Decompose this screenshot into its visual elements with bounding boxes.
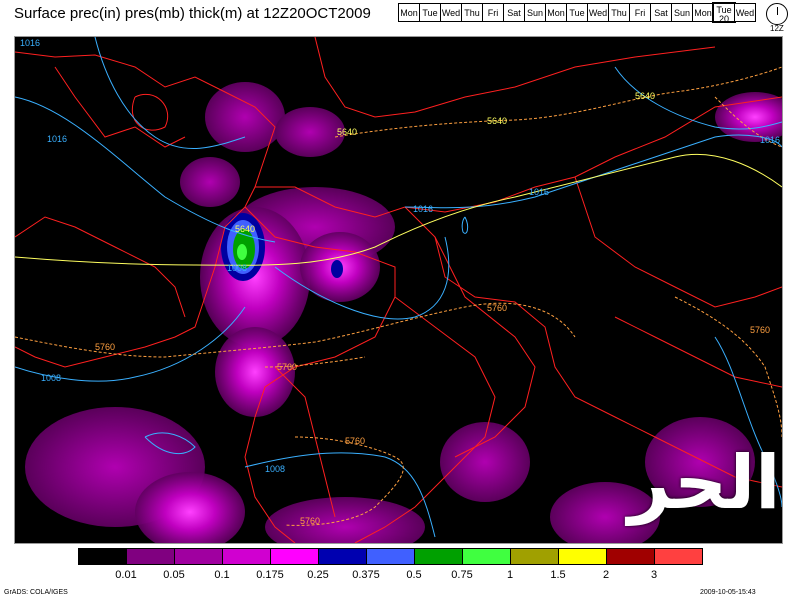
clock-time-label: 12Z	[770, 24, 784, 33]
watermark-logo: الحر	[628, 440, 781, 526]
day-cell-6[interactable]: Sun	[524, 3, 546, 22]
label-1016-west: 1016	[47, 134, 67, 144]
legend-swatch-5	[318, 548, 367, 565]
clock-icon	[766, 3, 788, 25]
legend-value-9: 1.5	[550, 569, 566, 581]
legend-swatch-11	[606, 548, 655, 565]
label-5640-north: 5640	[337, 127, 357, 137]
label-5760-east: 5760	[487, 303, 507, 313]
label-1016-center: 1016	[413, 204, 433, 214]
day-cell-11[interactable]: Fri	[629, 3, 651, 22]
label-1008-center: 1008	[227, 263, 247, 273]
legend-swatch-2	[174, 548, 223, 565]
legend-swatch-6	[366, 548, 415, 565]
label-1016-nw: 1016	[20, 38, 40, 48]
day-label: Thu	[464, 8, 480, 18]
legend-value-6: 0.5	[406, 569, 422, 581]
day-cell-0[interactable]: Mon	[398, 3, 420, 22]
day-label: Sun	[673, 8, 690, 18]
day-cell-8[interactable]: Tue	[566, 3, 588, 22]
label-5760-south: 5760	[345, 436, 365, 446]
label-5640-far-ne: 5640	[635, 91, 655, 101]
day-cell-10[interactable]: Thu	[608, 3, 630, 22]
day-label: Mon	[547, 8, 565, 18]
day-label: Wed	[441, 8, 461, 18]
label-5760-west: 5760	[95, 342, 115, 352]
day-label: Sun	[526, 8, 543, 18]
day-label: Sat	[507, 8, 521, 18]
day-label: Wed	[588, 8, 608, 18]
day-number: 20	[718, 14, 729, 24]
day-label: Wed	[735, 8, 755, 18]
day-label: Sat	[654, 8, 668, 18]
day-label: Fri	[634, 8, 646, 18]
day-label: Tue	[422, 8, 438, 18]
label-1008-west: 1008	[41, 373, 61, 383]
legend-value-2: 0.1	[214, 569, 230, 581]
day-selector-bar: Mon Tue Wed Thu Fri Sat Sun Mon Tue Wed Thu Fri Sat S…	[398, 2, 756, 24]
legend-swatch-7	[414, 548, 463, 565]
legend-value-7: 0.75	[451, 569, 473, 581]
legend-swatch-3	[222, 548, 271, 565]
day-cell-16[interactable]: Wed	[734, 3, 756, 22]
day-cell-4[interactable]: Fri	[482, 3, 504, 22]
day-label: Tue	[569, 8, 585, 18]
legend-value-10: 2	[602, 569, 610, 581]
legend-swatch-10	[558, 548, 607, 565]
label-5640-ne: 5640	[487, 116, 507, 126]
legend-swatch-9	[510, 548, 559, 565]
day-cell-2[interactable]: Wed	[440, 3, 462, 22]
footer-timestamp: 2009-10-05-15:43	[700, 589, 756, 596]
day-label: Mon	[694, 8, 712, 18]
legend-swatch-8	[462, 548, 511, 565]
label-5760-far-south: 5760	[300, 516, 320, 526]
legend-value-3: 0.175	[256, 569, 284, 581]
legend-swatch-0	[78, 548, 127, 565]
day-label: Mon	[400, 8, 418, 18]
label-1008-south: 1008	[265, 464, 285, 474]
legend-swatch-12	[654, 548, 703, 565]
legend-value-1: 0.05	[163, 569, 185, 581]
day-cell-7[interactable]: Mon	[545, 3, 567, 22]
day-cell-14[interactable]: Mon	[692, 3, 714, 22]
label-5760-center: 5760	[277, 362, 297, 372]
day-cell-13[interactable]: Sun	[671, 3, 693, 22]
day-cell-5[interactable]: Sat	[503, 3, 525, 22]
legend-value-5: 0.375	[352, 569, 380, 581]
day-cell-9[interactable]: Wed	[587, 3, 609, 22]
legend-value-0: 0.01	[115, 569, 137, 581]
day-cell-12[interactable]: Sat	[650, 3, 672, 22]
legend-value-11: 3	[650, 569, 658, 581]
day-label: Thu	[611, 8, 627, 18]
precipitation-legend	[78, 548, 703, 565]
label-1016-east: 1016	[529, 187, 549, 197]
legend-value-4: 0.25	[307, 569, 329, 581]
label-1016-ne: 1016	[760, 135, 780, 145]
day-cell-3[interactable]: Thu	[461, 3, 483, 22]
legend-value-8: 1	[506, 569, 514, 581]
label-5760-far-east: 5760	[750, 325, 770, 335]
label-5640-center: 5640	[235, 224, 255, 234]
footer-source: GrADS: COLA/IGES	[4, 589, 68, 596]
map-title: Surface prec(in) pres(mb) thick(m) at 12…	[14, 5, 371, 22]
day-label: Fri	[487, 8, 499, 18]
day-cell-15[interactable]: Tue 20	[712, 2, 736, 24]
legend-swatch-1	[126, 548, 175, 565]
legend-swatch-4	[270, 548, 319, 565]
day-cell-1[interactable]: Tue	[419, 3, 441, 22]
